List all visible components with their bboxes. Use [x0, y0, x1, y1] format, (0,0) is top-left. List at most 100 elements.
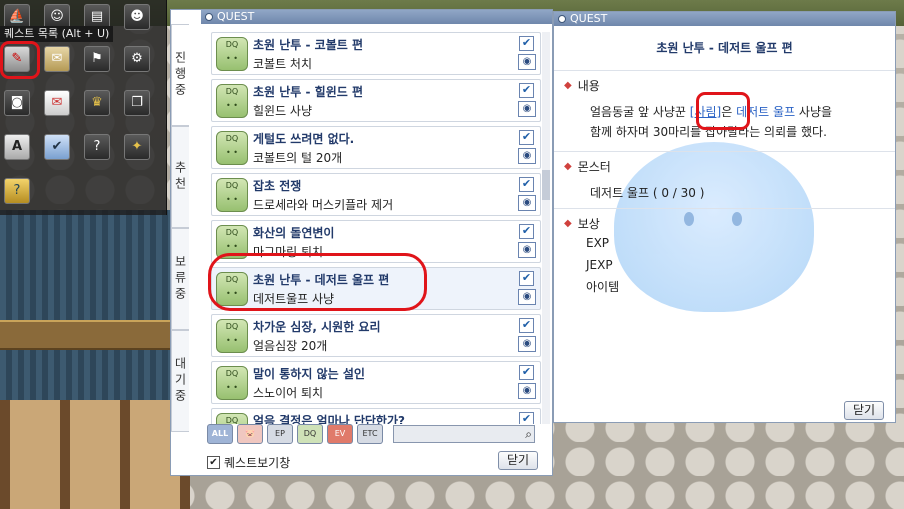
- quest-checkbox[interactable]: ✔: [519, 271, 534, 286]
- eye-icon[interactable]: ◉: [518, 54, 536, 70]
- quest-list-close-button[interactable]: 닫기: [498, 451, 538, 470]
- window-menu-icon[interactable]: [558, 15, 566, 23]
- scrollbar-thumb[interactable]: [542, 170, 550, 200]
- filter-dq-button[interactable]: DQ: [297, 424, 323, 444]
- highlight-ring: [208, 253, 427, 311]
- tab-on-hold[interactable]: 보류중: [171, 228, 189, 330]
- quest-checkbox[interactable]: ✔: [519, 365, 534, 380]
- quest-title: 게털도 쓰려면 없다.: [253, 132, 355, 146]
- quest-list-window: QUEST 진행중 추천 보류중 대기중 DQ • • 초원 난투 - 코볼트 편…: [170, 9, 553, 476]
- game-scene-tower: [0, 210, 180, 420]
- quest-title: 화산의 돌연변이: [253, 226, 335, 240]
- highlight-ring: [696, 92, 750, 130]
- filter-all-button[interactable]: ALL: [207, 424, 233, 444]
- eye-icon[interactable]: ◉: [518, 101, 536, 117]
- show-quest-checkbox[interactable]: ✔: [207, 456, 220, 469]
- bullet-icon: ◆: [564, 161, 572, 172]
- quest-list-scrollbar[interactable]: [542, 32, 550, 424]
- quest-checkbox[interactable]: ✔: [519, 412, 534, 424]
- shortcut-tooltip: 퀘스트 목록 (Alt + U): [0, 26, 114, 42]
- quest-checkbox[interactable]: ✔: [519, 224, 534, 239]
- gear-icon[interactable]: ⚙: [124, 46, 150, 72]
- quest-subtitle: 코볼트의 털 20개: [253, 151, 343, 165]
- monster-progress: 데저트 울프 ( 0 / 30 ): [590, 186, 705, 200]
- quest-subtitle: 드로세라와 머스키플라 제거: [253, 198, 394, 212]
- quest-subtitle: 코볼트 처치: [253, 57, 313, 71]
- quest-item[interactable]: DQ• • 얼음 결정은 얼마나 단단한가? ✔: [211, 408, 541, 424]
- eye-icon[interactable]: ◉: [518, 242, 536, 258]
- search-icon[interactable]: ⌕: [525, 426, 532, 442]
- filter-ev-button[interactable]: EV: [327, 424, 353, 444]
- eye-icon[interactable]: ◉: [518, 148, 536, 164]
- quest-detail-titlebar[interactable]: QUEST: [554, 12, 895, 26]
- flag-icon[interactable]: ⚑: [84, 46, 110, 72]
- quest-item[interactable]: DQ • • 초원 난투 - 코볼트 편 코볼트 처치 ✔ ◉: [211, 32, 541, 75]
- quest-checkbox[interactable]: ✔: [519, 318, 534, 333]
- quest-title: 얼음 결정은 얼마나 단단한가?: [253, 414, 405, 424]
- calendar-icon[interactable]: ✔: [44, 134, 70, 160]
- eye-icon[interactable]: ◉: [518, 383, 536, 399]
- monster-header: 몬스터: [577, 160, 611, 174]
- tab-recommended[interactable]: 추천: [171, 126, 189, 228]
- filter-ep-button[interactable]: EP: [267, 424, 293, 444]
- eye-icon[interactable]: ◉: [518, 336, 536, 352]
- eye-icon[interactable]: ◉: [518, 195, 536, 211]
- filter-pig-button[interactable]: 🐷: [237, 424, 263, 444]
- quest-detail-close-button[interactable]: 닫기: [844, 401, 884, 420]
- quest-search-input[interactable]: ⌕: [393, 425, 535, 443]
- quest-checkbox[interactable]: ✔: [519, 36, 534, 51]
- content-text-part: 얼음동굴 앞 사냥꾼: [590, 105, 686, 119]
- add-friend-icon[interactable]: ☻: [124, 4, 150, 30]
- quest-icon: DQ• •: [216, 37, 248, 71]
- game-scene-tower-band: [0, 320, 180, 350]
- quest-item[interactable]: DQ • • 말이 통하지 않는 설인 스노이어 퇴치 ✔ ◉: [211, 361, 541, 404]
- quest-item[interactable]: DQ • • 차가운 심장, 시원한 요리 얼음심장 20개 ✔ ◉: [211, 314, 541, 357]
- quest-subtitle: 얼음심장 20개: [253, 339, 328, 353]
- mail-icon[interactable]: ✉: [44, 90, 70, 116]
- quest-list-titlebar[interactable]: QUEST: [201, 10, 552, 24]
- open-book-icon[interactable]: ❐: [124, 90, 150, 116]
- quest-item[interactable]: DQ • • 게털도 쓰려면 없다. 코볼트의 털 20개 ✔ ◉: [211, 126, 541, 169]
- quest-title: 초원 난투 - 코볼트 편: [253, 38, 364, 52]
- bullet-icon: ◆: [564, 218, 572, 229]
- filter-etc-button[interactable]: ETC: [357, 424, 383, 444]
- party-icon[interactable]: ✦: [124, 134, 150, 160]
- reward-item: JEXP: [586, 258, 613, 272]
- tab-in-progress[interactable]: 진행중: [171, 24, 189, 126]
- quest-checkbox[interactable]: ✔: [519, 83, 534, 98]
- bullet-icon: ◆: [564, 80, 572, 91]
- camera-icon[interactable]: ◙: [4, 90, 30, 116]
- help-person-icon[interactable]: ?: [84, 134, 110, 160]
- eye-icon[interactable]: ◉: [518, 289, 536, 305]
- reward-item: 아이템: [586, 280, 620, 294]
- map-icon[interactable]: ✉: [44, 46, 70, 72]
- quest-item[interactable]: DQ • • 초원 난투 - 힐윈드 편 힐윈드 사냥 ✔ ◉: [211, 79, 541, 122]
- monster-section: ◆ 몬스터 데저트 울프 ( 0 / 30 ): [554, 152, 895, 209]
- show-quest-label: 퀘스트보기창: [224, 456, 291, 470]
- reward-header: 보상: [577, 217, 600, 231]
- quest-checkbox[interactable]: ✔: [519, 177, 534, 192]
- highlight-ring: [0, 41, 40, 79]
- trophy-icon[interactable]: ♛: [84, 90, 110, 116]
- quest-icon: DQ• •: [216, 178, 248, 212]
- window-menu-icon[interactable]: [205, 13, 213, 21]
- quest-tabs: 진행중 추천 보류중 대기중: [171, 24, 205, 432]
- show-quest-toggle[interactable]: ✔ 퀘스트보기창: [207, 454, 290, 471]
- quest-checkbox[interactable]: ✔: [519, 130, 534, 145]
- reward-item: EXP: [586, 236, 610, 250]
- gift-help-icon[interactable]: ?: [4, 178, 30, 204]
- quest-filter-bar: ALL 🐷 EP DQ EV ETC ⌕: [207, 424, 537, 444]
- text-icon[interactable]: A: [4, 134, 30, 160]
- quest-title: 말이 통하지 않는 설인: [253, 367, 365, 381]
- quest-subtitle: 스노이어 퇴치: [253, 386, 324, 400]
- quest-icon: DQ• •: [216, 84, 248, 118]
- quest-item[interactable]: DQ • • 잡초 전쟁 드로세라와 머스키플라 제거 ✔ ◉: [211, 173, 541, 216]
- quest-detail-title: 초원 난투 - 데저트 울프 편: [554, 26, 895, 71]
- content-header: 내용: [577, 79, 600, 93]
- game-scene-house: [0, 400, 190, 509]
- quest-detail-window: QUEST 초원 난투 - 데저트 울프 편 ◆ 내용 얼음동굴 앞 사냥꾼 […: [553, 11, 896, 423]
- quest-icon: DQ• •: [216, 131, 248, 165]
- quest-title: 초원 난투 - 힐윈드 편: [253, 85, 364, 99]
- tab-waiting[interactable]: 대기중: [171, 330, 189, 432]
- quest-subtitle: 힐윈드 사냥: [253, 104, 313, 118]
